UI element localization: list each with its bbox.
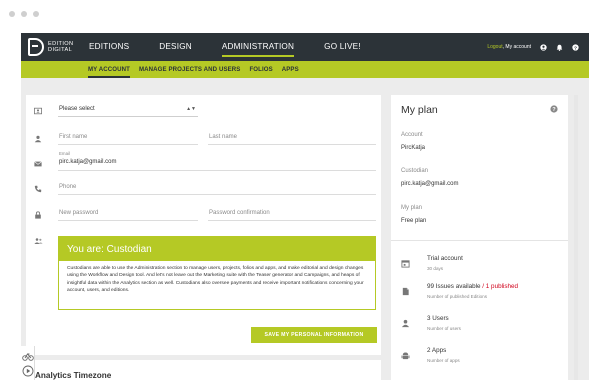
first-name-field[interactable]: First name: [58, 131, 198, 145]
main-nav: EDITIONS DESIGN ADMINISTRATION GO LIVE!: [89, 33, 391, 61]
phone-field[interactable]: Phone: [58, 181, 376, 195]
title-select[interactable]: Please select ▲▼: [58, 103, 198, 117]
envelope-icon: [34, 161, 42, 167]
nav-editions[interactable]: EDITIONS: [89, 42, 129, 53]
phone-icon: [34, 185, 42, 193]
browser-window: EDITION DIGITAL EDITIONS DESIGN ADMINIST…: [0, 0, 600, 380]
analytics-timezone-title: Analytics Timezone: [35, 371, 112, 380]
tab-apps[interactable]: APPS: [282, 66, 299, 73]
nav-right: Logout, My account ?: [487, 33, 579, 61]
password-confirmation-field[interactable]: Password confirmation: [208, 207, 376, 221]
person-icon: [401, 319, 410, 328]
plan-divider: [391, 240, 568, 241]
analytics-timezone-card: Analytics Timezone: [26, 360, 381, 380]
email-label: Email: [59, 151, 70, 156]
new-password-field[interactable]: New password: [58, 207, 198, 221]
window-dot-maximize[interactable]: [33, 11, 39, 17]
svg-text:?: ?: [552, 107, 556, 113]
play-icon[interactable]: [22, 364, 34, 377]
help-icon[interactable]: ?: [572, 43, 579, 51]
account-links: Logout, My account: [487, 44, 531, 50]
logout-link[interactable]: Logout: [487, 44, 502, 50]
plan-value: Free plan: [401, 218, 427, 224]
tab-folios[interactable]: FOLIOS: [249, 66, 272, 73]
custodian-label: Custodian: [401, 168, 429, 174]
calendar-icon: [401, 260, 410, 268]
nav-design[interactable]: DESIGN: [159, 42, 192, 53]
lock-icon: [35, 211, 41, 219]
account-label: Account: [401, 132, 423, 138]
plan-title: My plan: [401, 104, 438, 116]
save-personal-information-button[interactable]: SAVE MY PERSONAL INFORMATION: [251, 327, 377, 343]
sub-navigation: MY ACCOUNT MANAGE PROJECTS AND USERS FOL…: [21, 61, 589, 78]
role-info-box: You are: Custodian Custodians are able t…: [58, 236, 376, 310]
plan-label: My plan: [401, 205, 423, 211]
nav-go-live[interactable]: GO LIVE!: [324, 42, 361, 53]
nav-administration[interactable]: ADMINISTRATION: [221, 42, 295, 57]
role-description: Custodians are able to use the Administr…: [67, 266, 364, 294]
role-title: You are: Custodian: [59, 237, 375, 261]
account-value: PircKatja: [401, 145, 426, 151]
android-icon: [401, 352, 410, 360]
my-account-link[interactable]: My account: [505, 44, 531, 50]
my-plan-panel: My plan ? Account PircKatja Custodian pi…: [391, 95, 568, 380]
personal-info-card: Please select ▲▼ First name Last name Em…: [26, 95, 381, 355]
window-dot-minimize[interactable]: [21, 11, 27, 17]
tab-my-account[interactable]: MY ACCOUNT: [88, 66, 130, 78]
window-dot-close[interactable]: [9, 11, 15, 17]
title-select-value: Please select: [59, 106, 95, 112]
svg-text:?: ?: [574, 45, 577, 51]
person-icon: [34, 135, 42, 143]
bell-icon[interactable]: [556, 44, 563, 51]
app-frame: EDITION DIGITAL EDITIONS DESIGN ADMINIST…: [21, 33, 589, 380]
email-field[interactable]: Email pirc.katja@gmail.com: [58, 151, 376, 171]
id-card-icon: [34, 107, 42, 115]
page-scrollbar[interactable]: [574, 95, 578, 380]
document-icon: [402, 287, 409, 296]
custodian-value: pirc.katja@gmail.com: [401, 181, 459, 187]
top-navigation: EDITION DIGITAL EDITIONS DESIGN ADMINIST…: [21, 33, 589, 61]
brand-name: EDITION DIGITAL: [48, 41, 74, 54]
window-controls: [9, 11, 39, 17]
brand-logo[interactable]: EDITION DIGITAL: [28, 38, 74, 56]
brand-line2: DIGITAL: [48, 47, 73, 53]
last-name-field[interactable]: Last name: [208, 131, 376, 145]
tab-manage-projects-users[interactable]: MANAGE PROJECTS AND USERS: [139, 66, 240, 73]
user-circle-icon[interactable]: [540, 43, 547, 51]
bike-icon[interactable]: [22, 349, 34, 361]
logo-mark-icon: [28, 38, 44, 56]
side-toolbar: [21, 346, 35, 380]
help-icon[interactable]: ?: [550, 105, 558, 113]
chevron-updown-icon: ▲▼: [186, 106, 196, 112]
group-icon: [34, 238, 43, 244]
